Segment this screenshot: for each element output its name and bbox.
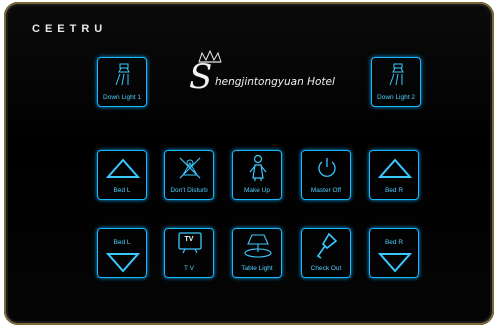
master-off-button[interactable]: Master Off [301, 150, 351, 200]
bed-r-down-label: Bed R [384, 239, 404, 246]
hotel-initial: S [189, 57, 213, 97]
brand-logo: CEETRU [32, 23, 108, 35]
dont-disturb-button[interactable]: Don't Disturb [164, 150, 214, 200]
bed-l-down-button[interactable]: Bed L [97, 228, 147, 278]
table-lamp-icon [244, 234, 272, 258]
make-up-label: Make Up [243, 187, 270, 194]
hotel-logo: S hengjintongyuan Hotel [187, 50, 357, 100]
bed-r-up-label: Bed R [384, 187, 404, 194]
table-light-button[interactable]: Table Light [232, 228, 282, 278]
table-light-label: Table Light [241, 265, 273, 272]
down-light-1-label: Down Light 1 [103, 94, 141, 101]
bed-r-up-button[interactable]: Bed R [369, 150, 419, 200]
down-light-2-label: Down Light 2 [377, 94, 415, 101]
dont-disturb-label: Don't Disturb [170, 187, 208, 194]
down-light-1-button[interactable]: Down Light 1 [97, 57, 147, 107]
master-off-label: Master Off [310, 187, 342, 194]
make-up-button[interactable]: Make Up [232, 150, 282, 200]
downlight-icon [115, 63, 130, 86]
down-light-2-button[interactable]: Down Light 2 [371, 57, 421, 107]
triangle-down-icon [378, 253, 412, 273]
key-icon [316, 232, 338, 259]
maid-icon [249, 154, 267, 181]
bed-l-up-button[interactable]: Bed L [97, 150, 147, 200]
downlight-icon [389, 63, 404, 86]
bed-l-up-label: Bed L [113, 187, 131, 194]
check-out-button[interactable]: Check Out [301, 228, 351, 278]
tv-icon-text: TV [184, 236, 194, 243]
triangle-up-icon [106, 158, 140, 178]
bed-l-down-label: Bed L [113, 239, 131, 246]
triangle-up-icon [378, 158, 412, 178]
check-out-label: Check Out [310, 265, 342, 272]
do-not-disturb-icon [179, 157, 201, 179]
tv-button[interactable]: TV T V [164, 228, 214, 278]
triangle-down-icon [106, 253, 140, 273]
hotel-name: hengjintongyuan Hotel [215, 76, 335, 88]
power-icon [318, 158, 336, 177]
tv-label: T V [184, 265, 194, 272]
bed-r-down-button[interactable]: Bed R [369, 228, 419, 278]
